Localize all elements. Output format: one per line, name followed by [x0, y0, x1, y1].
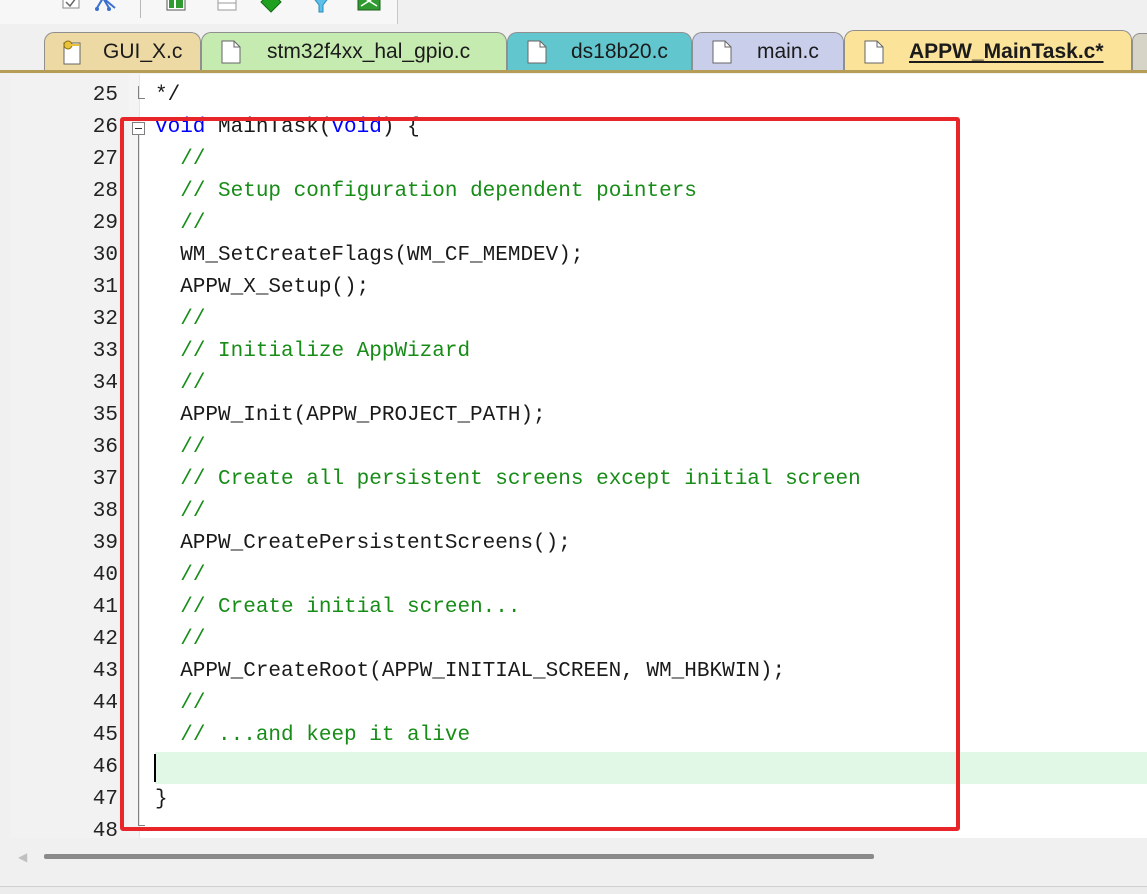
filter-icon[interactable] [308, 0, 334, 20]
line-number: 48 [92, 820, 118, 838]
line-number: 42 [92, 628, 118, 651]
line-number: 46 [92, 756, 118, 779]
line-number: 27 [92, 148, 118, 171]
file-icon [711, 39, 733, 65]
scroll-left-icon[interactable]: ◀ [18, 850, 27, 864]
line-number: 32 [92, 308, 118, 331]
line-number: 26 [92, 116, 118, 139]
tab-underline [0, 70, 1147, 73]
line-number: 34 [92, 372, 118, 395]
line-number: 44 [92, 692, 118, 715]
tab-stm32f4xx-hal-gpio-c[interactable]: stm32f4xx_hal_gpio.c [201, 32, 507, 70]
panels-icon[interactable] [163, 0, 189, 20]
highlight-annotation-box [120, 117, 960, 831]
tab-label: GUI_X.c [103, 39, 183, 63]
line-number: 45 [92, 724, 118, 747]
code-text: */ [155, 84, 181, 107]
scrollbar-thumb[interactable] [44, 854, 874, 859]
line-number: 25 [92, 84, 118, 107]
tab-label: ds18b20.c [571, 39, 668, 63]
tab-ds18b20-c[interactable]: ds18b20.c [507, 32, 692, 70]
line-number: 38 [92, 500, 118, 523]
diamond-icon[interactable] [258, 0, 284, 20]
tab-main-c[interactable]: main.c [692, 32, 844, 70]
line-number: 36 [92, 436, 118, 459]
horizontal-scrollbar[interactable]: ◀ [0, 838, 1147, 874]
code-line[interactable]: 25 */ [10, 80, 1147, 112]
hierarchy-icon[interactable] [92, 0, 118, 20]
fold-end-tick [138, 98, 145, 99]
line-number: 47 [92, 788, 118, 811]
file-icon [220, 39, 242, 65]
tab-gui-x-c[interactable]: GUI_X.c [44, 32, 201, 70]
checkbox-icon[interactable] [58, 0, 84, 20]
file-icon [526, 39, 548, 65]
line-number: 37 [92, 468, 118, 491]
window-icon[interactable] [214, 0, 240, 20]
fold-end-line [138, 86, 139, 98]
toolbar-separator [140, 0, 141, 18]
toolbar [0, 0, 398, 25]
line-number: 30 [92, 244, 118, 267]
line-number: 40 [92, 564, 118, 587]
tab-label: stm32f4xx_hal_gpio.c [267, 39, 471, 63]
tab-label: APPW_MainTask.c* [909, 40, 1104, 63]
line-number: 33 [92, 340, 118, 363]
line-number: 28 [92, 180, 118, 203]
tab-overflow[interactable] [1132, 33, 1147, 71]
tab-appw-maintask-c[interactable]: APPW_MainTask.c* [844, 30, 1132, 72]
file-icon [863, 39, 885, 65]
line-number: 31 [92, 276, 118, 299]
file-key-icon [59, 39, 81, 65]
line-number: 39 [92, 532, 118, 555]
line-number: 35 [92, 404, 118, 427]
tab-label: main.c [757, 39, 819, 63]
board-icon[interactable] [356, 0, 382, 20]
line-number: 41 [92, 596, 118, 619]
line-number: 43 [92, 660, 118, 683]
line-number: 29 [92, 212, 118, 235]
